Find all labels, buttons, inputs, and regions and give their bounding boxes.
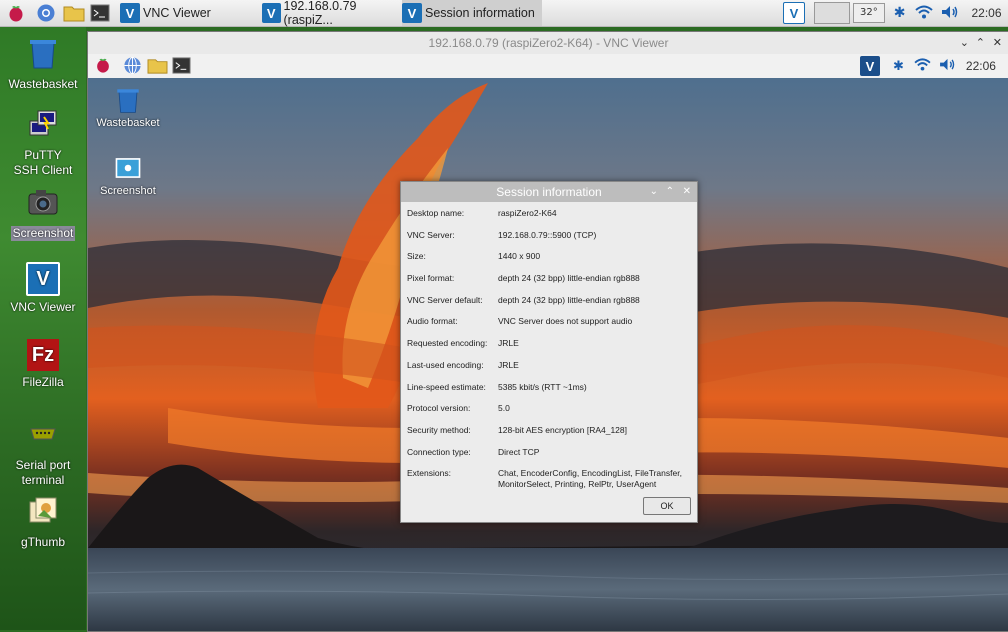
info-row-security-method: Security method: 128-bit AES encryption [… [407,424,627,435]
remote-icon-screenshot[interactable]: Screenshot [88,154,168,197]
terminal-icon[interactable] [90,3,110,23]
remote-terminal-icon[interactable] [172,56,191,78]
remote-taskbar: V ✱ 22:06 [88,54,1008,79]
remote-raspberry-menu-icon[interactable] [94,56,112,77]
remote-volume-icon[interactable] [939,58,956,74]
screenshot-icon [115,158,141,178]
remote-bluetooth-icon[interactable]: ✱ [893,59,904,74]
dialog-close-button[interactable]: ✕ [683,182,691,202]
putty-icon [29,110,57,136]
info-row-desktop-name: Desktop name: raspiZero2-K64 [407,208,557,218]
temperature-monitor: 32° [853,3,885,23]
filezilla-icon: Fz [27,339,59,371]
raspberry-menu-icon[interactable] [6,3,26,23]
info-row-server-default: VNC Server default: depth 24 (32 bpp) lit… [407,294,640,305]
host-taskbar: V VNC Viewer V 192.168.0.79 (raspiZ... V… [0,0,1008,27]
file-manager-icon[interactable] [63,3,85,23]
dialog-maximize-button[interactable]: ⌃ [666,182,674,202]
info-row-pixel-format: Pixel format: depth 24 (32 bpp) little-en… [407,273,640,284]
session-information-dialog: Session information ⌄ ⌃ ✕ Desktop name: r… [400,181,698,523]
browser-icon[interactable] [36,3,56,23]
volume-icon[interactable] [941,5,959,22]
remote-file-manager-icon[interactable] [147,56,168,78]
minimize-button[interactable]: ⌄ [960,32,969,54]
vnc-viewer-icon: V [262,3,281,23]
cpu-monitor [814,2,850,24]
desktop-icon-wastebasket[interactable]: Wastebasket [0,36,86,92]
maximize-button[interactable]: ⌃ [976,32,985,54]
vnc-window-title: 192.168.0.79 (raspiZero2-K64) - VNC View… [428,36,669,50]
desktop-icon-vnc-viewer[interactable]: V VNC Viewer [0,262,86,315]
vnc-server-tray-icon[interactable]: V [783,2,805,24]
desktop-icon-serial-terminal[interactable]: Serial port terminal [0,417,86,488]
info-row-audio-format: Audio format: VNC Server does not support… [407,316,633,327]
remote-tray: V ✱ 22:06 [860,54,996,78]
vnc-viewer-icon: V [26,262,60,296]
remote-icon-wastebasket[interactable]: Wastebasket [88,86,168,129]
remote-browser-icon[interactable] [123,56,142,78]
info-row-protocol-version: Protocol version: 5.0 [407,403,510,414]
info-row-connection-type: Connection type: Direct TCP [407,446,540,457]
vnc-viewer-icon: V [120,3,140,23]
camera-icon [28,190,58,215]
gthumb-icon [29,497,57,523]
info-row-last-used-encoding: Last-used encoding: JRLE [407,359,519,370]
wifi-icon[interactable] [915,5,934,22]
vnc-viewer-icon: V [402,3,422,23]
info-row-vnc-server: VNC Server: 192.168.0.79::5900 (TCP) [407,229,597,240]
wastebasket-icon [117,89,139,113]
info-row-size: Size: 1440 x 900 [407,251,541,262]
wastebasket-icon [30,40,56,69]
close-button[interactable]: ✕ [993,32,1002,54]
desktop-icon-screenshot[interactable]: Screenshot [0,185,86,241]
vnc-viewer-window: 192.168.0.79 (raspiZero2-K64) - VNC View… [87,31,1008,632]
task-session-information[interactable]: V Session information [402,0,542,26]
task-vnc-session[interactable]: V 192.168.0.79 (raspiZ... [262,0,400,27]
desktop-icon-filezilla[interactable]: Fz FileZilla [0,339,86,390]
serial-port-icon [30,428,56,440]
dialog-minimize-button[interactable]: ⌄ [650,182,658,202]
remote-vnc-server-icon[interactable]: V [860,56,880,76]
remote-clock[interactable]: 22:06 [966,59,996,73]
info-row-line-speed: Line-speed estimate: 5385 kbit/s (RTT ~1m… [407,381,587,392]
remote-desktop: Wastebasket Screenshot Session informati… [88,78,1008,631]
desktop-icon-putty[interactable]: PuTTY SSH Client [0,107,86,178]
host-clock[interactable]: 22:06 [971,6,1001,20]
info-row-requested-encoding: Requested encoding: JRLE [407,338,519,349]
host-desktop: Wastebasket PuTTY SSH Client Screenshot … [0,27,86,630]
bluetooth-icon[interactable]: ✱ [894,5,906,21]
vnc-window-titlebar[interactable]: 192.168.0.79 (raspiZero2-K64) - VNC View… [88,32,1008,55]
desktop-icon-gthumb[interactable]: gThumb [0,494,86,550]
dialog-title: Session information [496,185,602,199]
info-row-extensions: Extensions: Chat, EncoderConfig, Encoding… [407,468,682,490]
dialog-titlebar[interactable]: Session information ⌄ ⌃ ✕ [401,182,697,202]
remote-wifi-icon[interactable] [914,58,931,74]
task-vnc-viewer[interactable]: V VNC Viewer [120,0,260,26]
host-tray: V 32° ✱ 22:06 [783,0,1002,26]
session-info-table: Desktop name: raspiZero2-K64 VNC Server: 1… [407,208,693,500]
ok-button[interactable]: OK [643,497,691,515]
